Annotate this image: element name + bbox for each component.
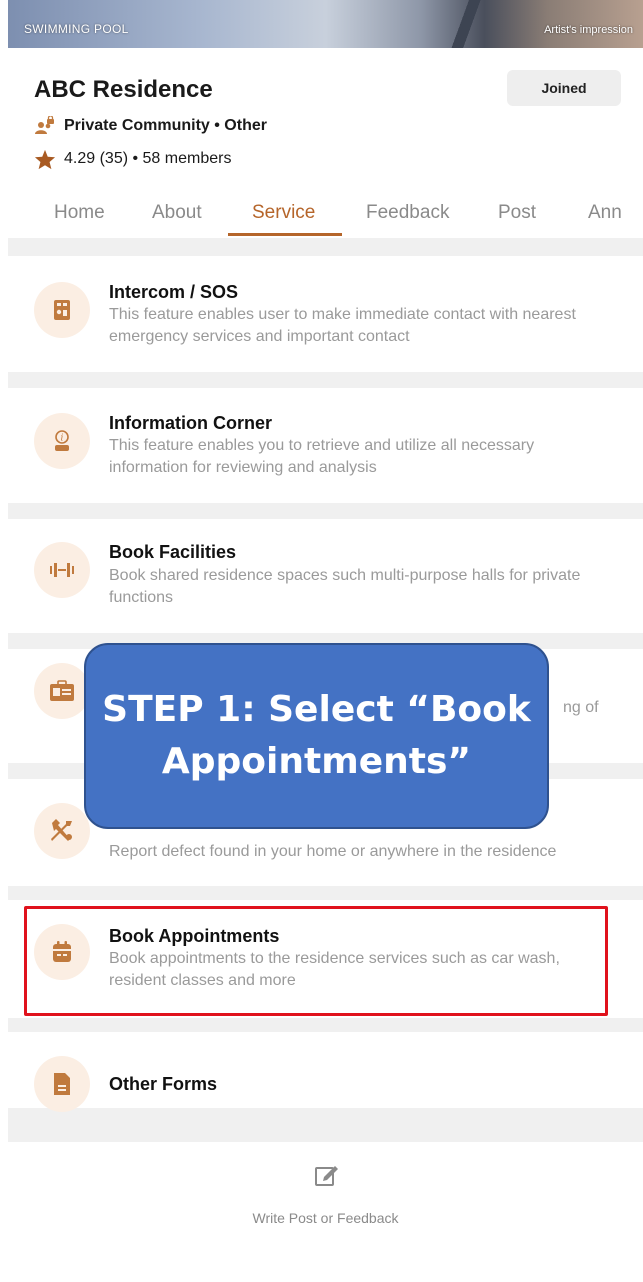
service-description: Report defect found in your home or anyw… [109,843,557,860]
service-title: Intercom / SOS [109,282,239,302]
rating-summary: 4.29 (35) • 58 members [64,150,232,167]
banner-location-label: SWIMMING POOL [24,22,129,36]
private-community-icon [34,116,56,136]
active-tab-indicator [228,233,342,236]
section-divider [8,372,643,388]
service-title: Information Corner [109,413,273,433]
tab-announcements[interactable]: Ann [588,202,622,224]
service-item-other-forms[interactable]: Other Forms [8,1032,643,1112]
tools-icon [34,803,90,859]
section-divider [8,1018,643,1032]
write-post-footer[interactable]: Write Post or Feedback [8,1142,643,1282]
section-divider [8,238,643,256]
id-card-icon [34,663,90,719]
service-item-intercom[interactable]: Intercom / SOS This feature enables user… [8,256,643,372]
section-divider [8,503,643,519]
intercom-icon [34,282,90,338]
service-description: This feature enables user to make immedi… [109,306,576,345]
service-item-information-corner[interactable]: i Information Corner This feature enable… [8,388,643,503]
community-tabs: Home About Service Feedback Post Ann [0,196,643,238]
tab-home[interactable]: Home [54,202,105,224]
star-icon [34,149,56,169]
section-divider [8,1108,643,1138]
section-divider [8,886,643,900]
banner-note: Artist's impression [544,24,633,36]
calendar-icon [34,924,90,980]
info-icon: i [34,413,90,469]
service-title: Other Forms [109,1074,218,1094]
document-icon [34,1056,90,1112]
service-title: Book Appointments [109,926,280,946]
community-type-label: Private Community • Other [64,117,267,134]
community-rating: 4.29 (35) • 58 members [34,149,231,169]
joined-button[interactable]: Joined [507,70,621,106]
banner-pool-edge [438,0,498,48]
service-description: Book shared residence spaces such multi-… [109,567,581,606]
community-type: Private Community • Other [34,116,267,136]
tab-feedback[interactable]: Feedback [366,202,449,224]
tab-post[interactable]: Post [498,202,536,224]
service-item-book-facilities[interactable]: Book Facilities Book shared residence sp… [8,519,643,633]
community-name: ABC Residence [34,76,213,103]
tab-service[interactable]: Service [252,202,315,224]
write-post-label: Write Post or Feedback [252,1210,399,1226]
tab-about[interactable]: About [152,202,202,224]
community-banner-image: SWIMMING POOL Artist's impression [8,0,643,48]
service-description: Book appointments to the residence servi… [109,950,560,989]
service-title: Book Facilities [109,542,237,562]
service-description: This feature enables you to retrieve and… [109,437,535,476]
service-description: ng of [563,699,599,716]
instruction-callout: STEP 1: Select “Book Appointments” [84,643,549,829]
svg-text:i: i [61,434,64,444]
edit-icon[interactable] [314,1162,340,1188]
service-item-book-appointments[interactable]: Book Appointments Book appointments to t… [8,900,643,1018]
facilities-icon [34,542,90,598]
